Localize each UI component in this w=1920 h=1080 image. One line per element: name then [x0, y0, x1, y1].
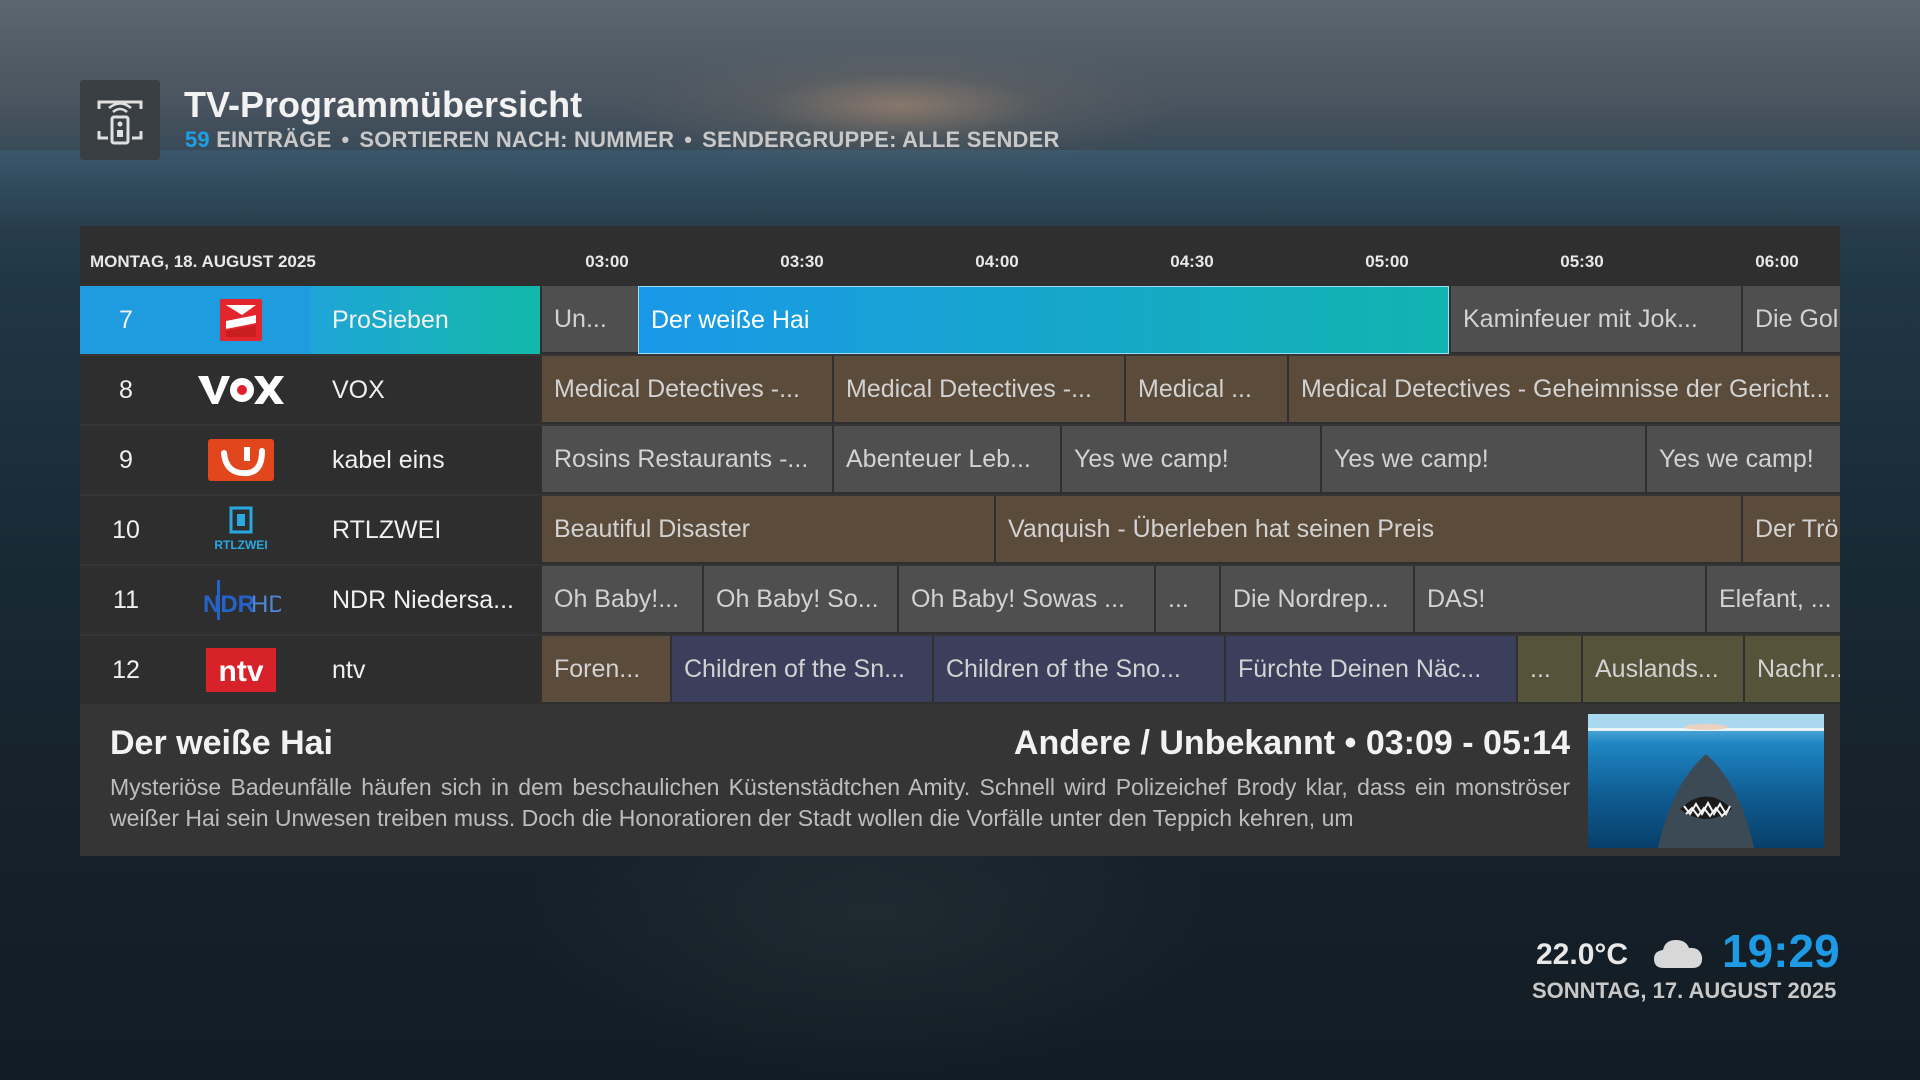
vox-logo — [172, 356, 310, 424]
channel-name: RTLZWEI — [310, 496, 540, 564]
program-cell[interactable]: Foren... — [540, 636, 670, 704]
channel-row-ntv[interactable]: 12 ntv ntv Foren... Children of the Sn..… — [80, 636, 1840, 704]
channel-row-vox[interactable]: 8 VOX Medical Detectives -... Medical De… — [80, 356, 1840, 424]
channel-group-label[interactable]: SENDERGRUPPE: ALLE SENDER — [702, 127, 1059, 152]
rtlzwei-logo: RTLZWEI — [172, 496, 310, 564]
channel-number: 10 — [80, 496, 172, 564]
kabel-eins-logo — [172, 426, 310, 494]
program-cell[interactable]: Medical ... — [1124, 356, 1287, 424]
page-title: TV-Programmübersicht — [184, 84, 583, 125]
program-cell-selected[interactable]: Der weiße Hai — [638, 286, 1449, 354]
header-subtitle: 59 EINTRÄGE • SORTIEREN NACH: NUMMER • SENDE… — [185, 127, 1060, 152]
program-cell[interactable]: Rosins Restaurants -... — [540, 426, 832, 494]
program-cell[interactable]: Fürchte Deinen Näc... — [1224, 636, 1516, 704]
channel-name: ProSieben — [310, 286, 540, 354]
svg-text:RTLZWEI: RTLZWEI — [214, 538, 267, 552]
cloud-icon — [1652, 934, 1704, 975]
program-cell[interactable]: Kaminfeuer mit Jok... — [1449, 286, 1741, 354]
background-water — [0, 150, 1920, 230]
program-cell[interactable]: DAS! — [1413, 566, 1705, 634]
time-tick: 06:00 — [1755, 252, 1799, 271]
time-tick: 03:30 — [780, 252, 824, 271]
program-cell[interactable]: Yes we camp! — [1320, 426, 1645, 494]
channel-row-rtlzwei[interactable]: 10 RTLZWEI RTLZWEI Beautiful Disaster Va… — [80, 496, 1840, 564]
timeline-bar: MONTAG, 18. AUGUST 2025 03:00 03:30 04:0… — [80, 226, 1840, 286]
program-cell[interactable]: Der Trö — [1741, 496, 1840, 564]
program-poster — [1588, 714, 1824, 848]
program-title: Der weiße Hai — [110, 724, 333, 762]
program-cell[interactable]: Elefant, ... — [1705, 566, 1840, 634]
program-cell[interactable]: Un... — [540, 286, 638, 354]
program-cell[interactable]: ... — [1154, 566, 1219, 634]
program-cell[interactable]: Die Gol — [1741, 286, 1840, 354]
timeline-date: MONTAG, 18. AUGUST 2025 — [90, 252, 316, 271]
program-cell[interactable]: Auslands... — [1581, 636, 1743, 704]
channel-number: 11 — [80, 566, 172, 634]
program-cell[interactable]: Beautiful Disaster — [540, 496, 994, 564]
channel-name: NDR Niedersa... — [310, 566, 540, 634]
program-description: Mysteriöse Badeunfälle häufen sich in de… — [110, 774, 1570, 831]
program-info-panel: Der weiße Hai Andere / Unbekannt • 03:09… — [80, 706, 1840, 856]
time-tick: 05:30 — [1560, 252, 1604, 271]
channel-number: 7 — [80, 286, 172, 354]
program-cell[interactable]: Oh Baby! Sowas ... — [897, 566, 1154, 634]
program-cell[interactable]: ... — [1516, 636, 1581, 704]
program-meta: Andere / Unbekannt • 03:09 - 05:14 — [1013, 724, 1570, 762]
program-cell[interactable]: Medical Detectives - Geheimnisse der Ger… — [1287, 356, 1840, 424]
channel-name: kabel eins — [310, 426, 540, 494]
program-cell[interactable]: Nachr... — [1743, 636, 1840, 704]
program-cell[interactable]: Abenteuer Leb... — [832, 426, 1060, 494]
channel-number: 9 — [80, 426, 172, 494]
ntv-logo: ntv — [172, 636, 310, 704]
sort-label[interactable]: SORTIEREN NACH: NUMMER — [359, 127, 674, 152]
program-cell[interactable]: Medical Detectives -... — [540, 356, 832, 424]
temperature: 22.0°C — [1536, 938, 1629, 971]
time-tick: 05:00 — [1365, 252, 1409, 271]
prosieben-logo — [172, 286, 310, 354]
program-cell[interactable]: Children of the Sno... — [932, 636, 1224, 704]
background-shark — [520, 840, 1220, 1080]
clock: 19:29 — [1722, 925, 1840, 977]
program-cell[interactable]: Die Nordrep... — [1219, 566, 1413, 634]
svg-text:ntv: ntv — [219, 655, 264, 688]
entries-count: 59 — [185, 127, 210, 152]
channel-number: 12 — [80, 636, 172, 704]
channel-number: 8 — [80, 356, 172, 424]
entries-label: EINTRÄGE — [216, 127, 332, 152]
channel-row-ndr[interactable]: 11 NDR HD NDR Niedersa... Oh Baby!... Oh… — [80, 566, 1840, 634]
channel-name: VOX — [310, 356, 540, 424]
program-cell[interactable]: Medical Detectives -... — [832, 356, 1124, 424]
current-date: SONNTAG, 17. AUGUST 2025 — [1532, 978, 1837, 1003]
channel-row-kabel-eins[interactable]: 9 kabel eins Rosins Restaurants -... Abe… — [80, 426, 1840, 494]
svg-text:HD: HD — [251, 591, 281, 618]
program-genre: Andere / Unbekannt — [1013, 724, 1336, 762]
time-tick: 04:30 — [1170, 252, 1214, 271]
program-cell[interactable]: Vanquish - Überleben hat seinen Preis — [994, 496, 1741, 564]
program-cell[interactable]: Yes we camp! — [1645, 426, 1840, 494]
program-time: 03:09 - 05:14 — [1365, 724, 1570, 762]
tv-remote-icon — [80, 80, 160, 160]
time-tick: 04:00 — [975, 252, 1019, 271]
ndr-hd-logo: NDR HD — [172, 566, 310, 634]
epg-grid: MONTAG, 18. AUGUST 2025 03:00 03:30 04:0… — [80, 226, 1840, 856]
program-cell[interactable]: Oh Baby! So... — [702, 566, 897, 634]
program-cell[interactable]: Oh Baby!... — [540, 566, 702, 634]
program-cell[interactable]: Children of the Sn... — [670, 636, 932, 704]
channel-name: ntv — [310, 636, 540, 704]
program-cell[interactable]: Yes we camp! — [1060, 426, 1320, 494]
time-tick: 03:00 — [585, 252, 629, 271]
svg-text:NDR: NDR — [203, 591, 255, 618]
channel-row-prosieben[interactable]: 7 ProSieben Un... Der weiße Hai Kaminfeu… — [80, 286, 1840, 354]
